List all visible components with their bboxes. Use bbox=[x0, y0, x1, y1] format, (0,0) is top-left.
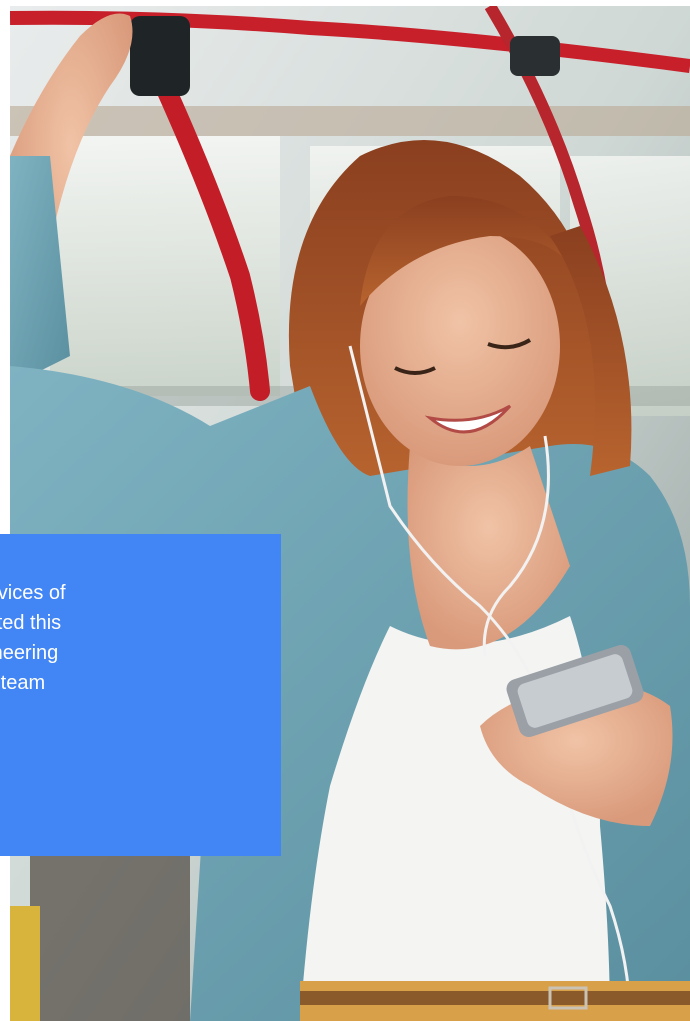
caption-text: ervices of pleted this gineering es team bbox=[0, 578, 281, 698]
caption-line: es team bbox=[0, 672, 46, 694]
photo-woman-on-bus-icon bbox=[10, 6, 690, 1021]
page: ervices of pleted this gineering es team bbox=[0, 0, 690, 1021]
hero-photo bbox=[10, 6, 690, 1021]
caption-line: pleted this bbox=[0, 612, 62, 634]
caption-card: ervices of pleted this gineering es team bbox=[0, 534, 281, 856]
caption-line: ervices of bbox=[0, 582, 66, 604]
caption-line: gineering bbox=[0, 642, 59, 664]
